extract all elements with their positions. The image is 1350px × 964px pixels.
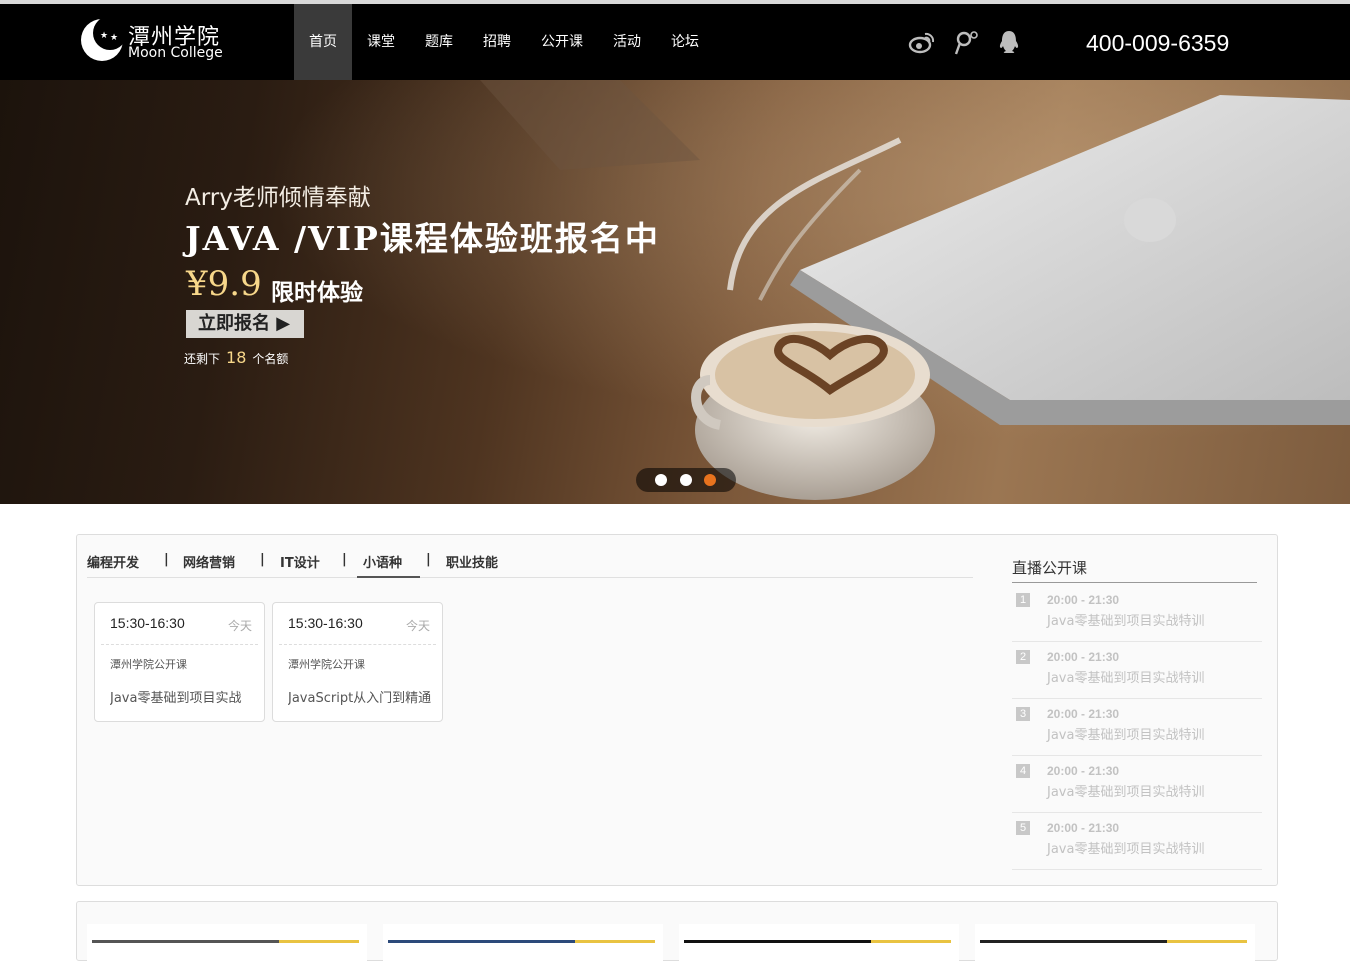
- tab-separator: |: [260, 552, 265, 567]
- course-title: JavaScript从入门到精通: [288, 691, 432, 706]
- carousel-pagination: [636, 468, 736, 492]
- remaining-seats: 还剩下 18 个名额: [184, 348, 288, 367]
- live-course-title: Java零基础到项目实战特训: [1047, 614, 1205, 629]
- featured-course-thumb[interactable]: [679, 924, 959, 964]
- live-courses-title: 直播公开课: [1012, 557, 1257, 583]
- signup-button[interactable]: 立即报名 ▶: [186, 310, 304, 338]
- banner-limit-label: 限时体验: [271, 279, 363, 306]
- live-course-title: Java零基础到项目实战特训: [1047, 671, 1205, 686]
- tab-minor-languages[interactable]: 小语种: [357, 552, 420, 578]
- carousel-dot-2[interactable]: [680, 474, 692, 486]
- live-course-item[interactable]: 2 20:00 - 21:30 Java零基础到项目实战特训: [1012, 642, 1262, 699]
- tencent-weibo-icon[interactable]: [952, 28, 980, 56]
- logo[interactable]: ★ ★ 潭州学院 Moon College: [80, 18, 230, 64]
- live-course-time: 20:00 - 21:30: [1047, 650, 1120, 664]
- tab-marketing[interactable]: 网络营销: [183, 552, 235, 578]
- live-course-item[interactable]: 5 20:00 - 21:30 Java零基础到项目实战特训: [1012, 813, 1262, 870]
- remaining-prefix: 还剩下: [184, 352, 221, 366]
- course-day: 今天: [227, 619, 252, 633]
- course-organizer: 潭州学院公开课: [110, 658, 187, 671]
- carousel-dot-1[interactable]: [655, 474, 667, 486]
- course-title: Java零基础到项目实战: [110, 691, 242, 706]
- carousel-dot-3[interactable]: [704, 474, 716, 486]
- card-divider: [279, 644, 436, 645]
- featured-course-thumb[interactable]: [975, 924, 1255, 964]
- svg-text:★: ★: [100, 31, 108, 41]
- weibo-icon[interactable]: [908, 28, 936, 56]
- main-nav: 首页 课堂 题库 招聘 公开课 活动 论坛: [294, 4, 714, 80]
- live-course-item[interactable]: 3 20:00 - 21:30 Java零基础到项目实战特训: [1012, 699, 1262, 756]
- nav-item-classroom[interactable]: 课堂: [352, 4, 410, 80]
- banner-price: ¥9.9: [186, 264, 262, 304]
- hero-banner[interactable]: Arry老师倾情奉献 JAVA /VIP课程体验班报名中 ¥9.9 限时体验 立…: [0, 80, 1350, 504]
- live-course-index: 2: [1016, 650, 1030, 664]
- course-time: 15:30-16:30: [110, 615, 185, 631]
- course-day: 今天: [405, 619, 430, 633]
- hotline-phone: 400-009-6359: [1086, 30, 1230, 56]
- live-course-index: 3: [1016, 707, 1030, 721]
- tab-programming[interactable]: 编程开发: [87, 552, 139, 578]
- tab-separator: |: [426, 552, 431, 567]
- live-course-title: Java零基础到项目实战特训: [1047, 728, 1205, 743]
- live-course-index: 5: [1016, 821, 1030, 835]
- tab-vocational-skills[interactable]: 职业技能: [446, 552, 498, 578]
- tab-separator: |: [164, 552, 169, 567]
- live-course-title: Java零基础到项目实战特训: [1047, 842, 1205, 857]
- live-course-index: 1: [1016, 593, 1030, 607]
- course-organizer: 潭州学院公开课: [288, 658, 365, 671]
- live-course-item[interactable]: 1 20:00 - 21:30 Java零基础到项目实战特训: [1012, 585, 1262, 642]
- banner-subtitle: Arry老师倾情奉献: [185, 185, 371, 211]
- nav-item-recruit[interactable]: 招聘: [468, 4, 526, 80]
- banner-title: JAVA /VIP课程体验班报名中: [185, 219, 660, 258]
- live-course-time: 20:00 - 21:30: [1047, 593, 1120, 607]
- category-tabs: 编程开发 | 网络营销 | IT设计 | 小语种 | 职业技能: [87, 552, 973, 578]
- featured-course-thumb[interactable]: [87, 924, 367, 964]
- remaining-suffix: 个名额: [252, 352, 289, 366]
- nav-item-open-course[interactable]: 公开课: [526, 4, 598, 80]
- nav-item-activity[interactable]: 活动: [598, 4, 656, 80]
- card-divider: [101, 644, 258, 645]
- live-course-title: Java零基础到项目实战特训: [1047, 785, 1205, 800]
- live-course-time: 20:00 - 21:30: [1047, 707, 1120, 721]
- remaining-count: 18: [226, 348, 247, 367]
- live-course-time: 20:00 - 21:30: [1047, 764, 1120, 778]
- nav-item-home[interactable]: 首页: [294, 4, 352, 80]
- site-header: ★ ★ 潭州学院 Moon College 首页 课堂 题库 招聘 公开课 活动…: [0, 4, 1350, 80]
- course-time: 15:30-16:30: [288, 615, 363, 631]
- qq-icon[interactable]: [995, 28, 1023, 56]
- live-course-item[interactable]: 4 20:00 - 21:30 Java零基础到项目实战特训: [1012, 756, 1262, 813]
- svg-text:★: ★: [110, 33, 118, 43]
- live-course-time: 20:00 - 21:30: [1047, 821, 1120, 835]
- nav-item-question-bank[interactable]: 题库: [410, 4, 468, 80]
- course-card[interactable]: 15:30-16:30 今天 潭州学院公开课 JavaScript从入门到精通: [272, 602, 443, 722]
- nav-item-forum[interactable]: 论坛: [656, 4, 714, 80]
- course-card[interactable]: 15:30-16:30 今天 潭州学院公开课 Java零基础到项目实战: [94, 602, 265, 722]
- live-course-index: 4: [1016, 764, 1030, 778]
- moon-logo-icon: ★ ★: [81, 18, 124, 61]
- logo-en-text: Moon College: [128, 45, 223, 61]
- open-course-panel: 编程开发 | 网络营销 | IT设计 | 小语种 | 职业技能 15:30-16…: [76, 534, 1278, 886]
- tab-it-design[interactable]: IT设计: [280, 552, 320, 578]
- tab-separator: |: [342, 552, 347, 567]
- featured-course-thumb[interactable]: [383, 924, 663, 964]
- featured-courses-panel: [76, 901, 1278, 964]
